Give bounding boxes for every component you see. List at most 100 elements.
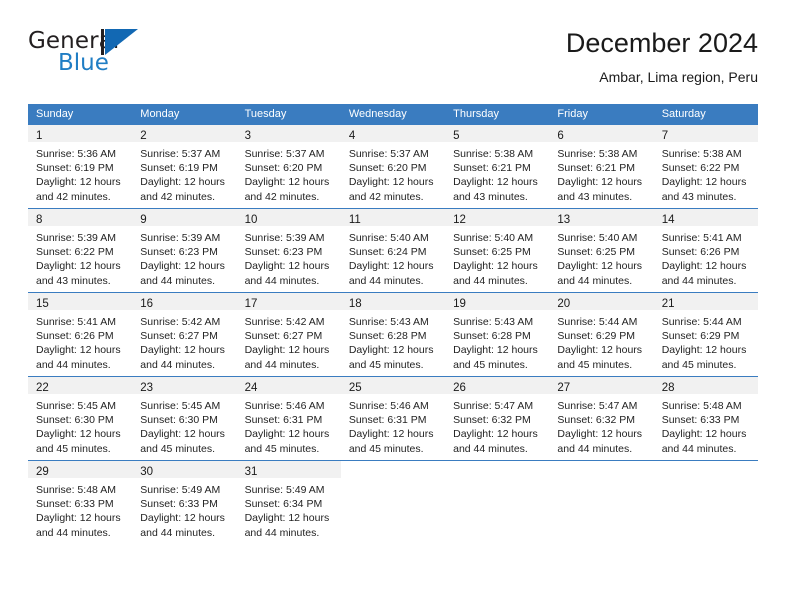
sunset-text: Sunset: 6:27 PM (140, 330, 218, 343)
calendar-week-row: 8 Sunrise: 5:39 AM Sunset: 6:22 PM Dayli… (28, 208, 758, 293)
calendar-day-cell[interactable]: 7 Sunrise: 5:38 AM Sunset: 6:22 PM Dayli… (653, 125, 758, 209)
day-number: 17 (244, 298, 258, 310)
calendar-day-cell[interactable]: 16 Sunrise: 5:42 AM Sunset: 6:27 PM Dayl… (132, 292, 237, 377)
daylight-text-line1: Daylight: 12 hours (557, 260, 643, 273)
triangle-flag-icon (101, 29, 139, 55)
day-number: 10 (244, 214, 258, 226)
day-number-band (445, 461, 549, 478)
day-number-band: 26 (445, 377, 550, 394)
day-number-band: 30 (132, 461, 237, 478)
daylight-text-line2: and 44 minutes. (244, 526, 320, 539)
day-number: 2 (140, 130, 147, 142)
sunset-text: Sunset: 6:31 PM (244, 414, 323, 427)
sunrise-text: Sunrise: 5:47 AM (453, 400, 534, 412)
calendar-day-cell[interactable]: 25 Sunrise: 5:46 AM Sunset: 6:31 PM Dayl… (340, 376, 446, 461)
calendar-day-cell[interactable]: 6 Sunrise: 5:38 AM Sunset: 6:21 PM Dayli… (549, 125, 654, 209)
sunset-text: Sunset: 6:30 PM (36, 414, 114, 427)
day-details: Sunrise: 5:49 AM Sunset: 6:33 PM Dayligh… (132, 478, 236, 540)
calendar-day-cell[interactable]: 17 Sunrise: 5:42 AM Sunset: 6:27 PM Dayl… (236, 292, 341, 377)
calendar-day-cell[interactable]: 14 Sunrise: 5:41 AM Sunset: 6:26 PM Dayl… (653, 208, 758, 293)
calendar-day-cell[interactable]: 26 Sunrise: 5:47 AM Sunset: 6:32 PM Dayl… (445, 376, 550, 461)
calendar-day-cell[interactable]: 13 Sunrise: 5:40 AM Sunset: 6:25 PM Dayl… (549, 208, 654, 293)
calendar-day-cell[interactable]: 4 Sunrise: 5:37 AM Sunset: 6:20 PM Dayli… (340, 125, 446, 209)
day-number: 18 (348, 298, 362, 310)
sunrise-text: Sunrise: 5:41 AM (36, 316, 116, 328)
calendar-day-cell[interactable]: 31 Sunrise: 5:49 AM Sunset: 6:34 PM Dayl… (236, 460, 341, 544)
calendar-day-cell[interactable]: 19 Sunrise: 5:43 AM Sunset: 6:28 PM Dayl… (445, 292, 550, 377)
calendar-day-cell[interactable]: 12 Sunrise: 5:40 AM Sunset: 6:25 PM Dayl… (445, 208, 550, 293)
daylight-text-line2: and 43 minutes. (557, 190, 633, 203)
sunset-text: Sunset: 6:33 PM (140, 498, 218, 511)
day-number: 16 (140, 298, 154, 310)
daylight-text-line2: and 42 minutes. (348, 190, 424, 203)
calendar-day-cell[interactable]: 23 Sunrise: 5:45 AM Sunset: 6:30 PM Dayl… (132, 376, 237, 461)
logo-flagpole-bar (101, 29, 104, 55)
day-number-band: 9 (132, 209, 237, 226)
day-number-band: 5 (445, 125, 550, 142)
daylight-text-line1: Daylight: 12 hours (453, 344, 538, 357)
calendar-day-cell[interactable]: 30 Sunrise: 5:49 AM Sunset: 6:33 PM Dayl… (132, 460, 237, 544)
page-title: December 2024 (565, 28, 758, 58)
sunrise-text: Sunrise: 5:40 AM (557, 232, 638, 244)
calendar-day-cell[interactable]: 2 Sunrise: 5:37 AM Sunset: 6:19 PM Dayli… (132, 125, 237, 209)
daylight-text-line2: and 45 minutes. (36, 442, 111, 455)
calendar-day-cell-empty (549, 460, 654, 544)
calendar-day-cell[interactable]: 15 Sunrise: 5:41 AM Sunset: 6:26 PM Dayl… (28, 292, 133, 377)
day-number-band (654, 461, 758, 478)
calendar-day-cell[interactable]: 3 Sunrise: 5:37 AM Sunset: 6:20 PM Dayli… (236, 125, 341, 209)
daylight-text-line1: Daylight: 12 hours (348, 344, 434, 357)
day-details: Sunrise: 5:39 AM Sunset: 6:23 PM Dayligh… (132, 226, 236, 288)
day-details: Sunrise: 5:48 AM Sunset: 6:33 PM Dayligh… (28, 478, 132, 540)
page-subtitle: Ambar, Lima region, Peru (599, 69, 758, 85)
daylight-text-line1: Daylight: 12 hours (557, 176, 643, 189)
sunrise-text: Sunrise: 5:42 AM (140, 316, 221, 328)
calendar-day-cell[interactable]: 1 Sunrise: 5:36 AM Sunset: 6:19 PM Dayli… (28, 125, 133, 209)
calendar-day-cell[interactable]: 10 Sunrise: 5:39 AM Sunset: 6:23 PM Dayl… (236, 208, 341, 293)
sunrise-text: Sunrise: 5:46 AM (244, 400, 325, 412)
calendar-day-cell[interactable]: 11 Sunrise: 5:40 AM Sunset: 6:24 PM Dayl… (340, 208, 446, 293)
calendar-day-cell[interactable]: 22 Sunrise: 5:45 AM Sunset: 6:30 PM Dayl… (28, 376, 133, 461)
calendar-day-cell[interactable]: 8 Sunrise: 5:39 AM Sunset: 6:22 PM Dayli… (28, 208, 133, 293)
day-number-band: 22 (28, 377, 133, 394)
sunrise-text: Sunrise: 5:44 AM (557, 316, 638, 328)
day-number-band: 8 (28, 209, 133, 226)
daylight-text-line2: and 44 minutes. (348, 274, 424, 287)
calendar-day-cell[interactable]: 21 Sunrise: 5:44 AM Sunset: 6:29 PM Dayl… (653, 292, 758, 377)
sunrise-text: Sunrise: 5:41 AM (661, 232, 742, 244)
day-details: Sunrise: 5:38 AM Sunset: 6:22 PM Dayligh… (654, 142, 758, 204)
day-number: 26 (453, 382, 466, 394)
general-blue-logo[interactable]: General Blue (28, 26, 188, 86)
calendar-page: General Blue December 2024 Ambar, Lima r… (0, 0, 792, 612)
calendar-day-cell[interactable]: 5 Sunrise: 5:38 AM Sunset: 6:21 PM Dayli… (445, 125, 550, 209)
calendar-day-cell[interactable]: 29 Sunrise: 5:48 AM Sunset: 6:33 PM Dayl… (28, 460, 133, 544)
sunset-text: Sunset: 6:32 PM (453, 414, 531, 427)
sunset-text: Sunset: 6:21 PM (557, 162, 636, 175)
weekday-header-tuesday: Tuesday (236, 104, 341, 125)
day-number-band: 27 (549, 377, 654, 394)
sunset-text: Sunset: 6:20 PM (244, 162, 323, 175)
weekday-header-thursday: Thursday (445, 104, 550, 125)
day-details: Sunrise: 5:46 AM Sunset: 6:31 PM Dayligh… (237, 394, 341, 456)
calendar-day-cell[interactable]: 28 Sunrise: 5:48 AM Sunset: 6:33 PM Dayl… (653, 376, 758, 461)
sunrise-text: Sunrise: 5:44 AM (661, 316, 742, 328)
calendar-day-cell[interactable]: 27 Sunrise: 5:47 AM Sunset: 6:32 PM Dayl… (549, 376, 654, 461)
calendar-day-cell[interactable]: 18 Sunrise: 5:43 AM Sunset: 6:28 PM Dayl… (340, 292, 446, 377)
calendar-day-cell[interactable]: 20 Sunrise: 5:44 AM Sunset: 6:29 PM Dayl… (549, 292, 654, 377)
logo-triangle-shape (105, 29, 138, 55)
sunset-text: Sunset: 6:24 PM (348, 246, 427, 259)
daylight-text-line2: and 44 minutes. (140, 526, 215, 539)
calendar-week-row: 1 Sunrise: 5:36 AM Sunset: 6:19 PM Dayli… (28, 125, 758, 209)
weekday-header-wednesday: Wednesday (340, 104, 446, 125)
daylight-text-line2: and 45 minutes. (348, 442, 424, 455)
day-number-band: 3 (236, 125, 341, 142)
daylight-text-line1: Daylight: 12 hours (140, 176, 225, 189)
sunset-text: Sunset: 6:27 PM (244, 330, 323, 343)
day-number: 23 (140, 382, 154, 394)
day-details: Sunrise: 5:44 AM Sunset: 6:29 PM Dayligh… (654, 310, 758, 372)
sunrise-text: Sunrise: 5:48 AM (661, 400, 742, 412)
calendar-day-cell[interactable]: 24 Sunrise: 5:46 AM Sunset: 6:31 PM Dayl… (236, 376, 341, 461)
calendar-day-cell[interactable]: 9 Sunrise: 5:39 AM Sunset: 6:23 PM Dayli… (132, 208, 237, 293)
day-number: 30 (140, 466, 154, 478)
day-details: Sunrise: 5:39 AM Sunset: 6:22 PM Dayligh… (28, 226, 132, 288)
daylight-text-line2: and 45 minutes. (557, 358, 633, 371)
